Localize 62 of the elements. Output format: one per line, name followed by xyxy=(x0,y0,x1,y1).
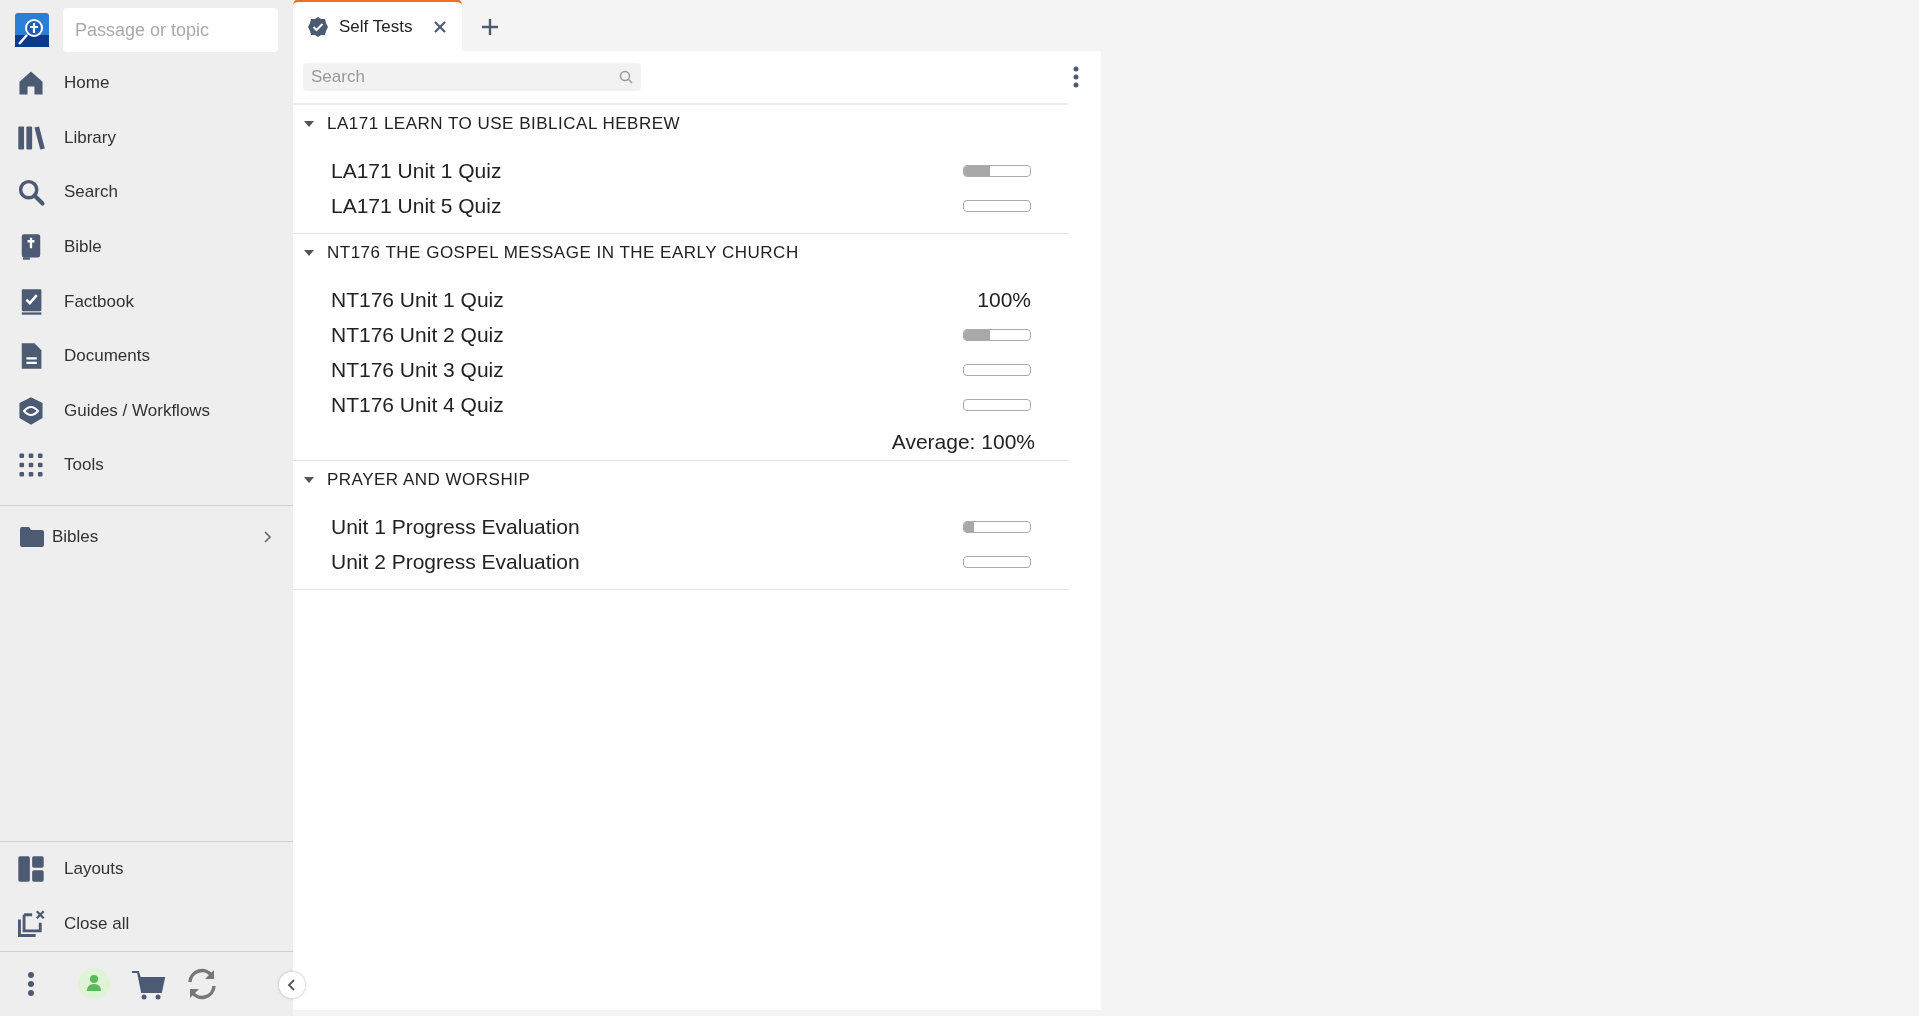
sidebar-item[interactable]: Close all xyxy=(0,896,293,951)
quiz-link[interactable]: NT176 Unit 4 Quiz xyxy=(331,392,963,417)
caret-down-icon xyxy=(303,248,315,258)
sidebar-item-label: Close all xyxy=(64,913,130,934)
sidebar-item[interactable]: Guides / Workflows xyxy=(0,383,293,439)
sidebar-item-label: Layouts xyxy=(64,859,124,880)
quiz-link[interactable]: Unit 1 Progress Evaluation xyxy=(331,514,963,539)
quiz-link[interactable]: NT176 Unit 2 Quiz xyxy=(331,322,963,347)
quiz-link[interactable]: LA171 Unit 1 Quiz xyxy=(331,158,963,183)
add-tab-icon[interactable] xyxy=(480,16,501,37)
sidebar-item[interactable]: Factbook xyxy=(0,274,293,329)
close-icon[interactable] xyxy=(432,18,449,35)
section-title: LA171 LEARN TO USE BIBLICAL HEBREW xyxy=(327,114,681,134)
sidebar-item-label: Search xyxy=(64,182,118,203)
quiz-link[interactable]: Unit 2 Progress Evaluation xyxy=(331,549,963,574)
sidebar-item-label: Tools xyxy=(64,455,104,476)
sidebar-item[interactable]: Search xyxy=(0,165,293,220)
caret-down-icon xyxy=(303,119,315,129)
passage-search-field[interactable]: Passage or topic xyxy=(63,8,278,52)
quiz-link[interactable]: NT176 Unit 3 Quiz xyxy=(331,357,963,382)
sidebar-item-label: Guides / Workflows xyxy=(64,400,211,421)
caret-down-icon xyxy=(303,475,315,485)
folder-item[interactable]: Bibles xyxy=(0,505,293,568)
guides-icon xyxy=(16,395,46,426)
sidebar-item[interactable]: Home xyxy=(0,56,293,111)
sidebar-item[interactable]: Tools xyxy=(0,438,293,493)
sidebar-item[interactable]: Bible xyxy=(0,219,293,275)
tab[interactable]: Self Tests xyxy=(293,0,463,51)
progress-bar xyxy=(963,398,1031,411)
sidebar-item-label: Factbook xyxy=(64,291,134,312)
section-header[interactable]: PRAYER AND WORSHIP xyxy=(293,461,1069,499)
section-header[interactable]: LA171 LEARN TO USE BIBLICAL HEBREW xyxy=(293,105,1069,143)
search-field[interactable]: Search xyxy=(303,63,641,91)
average-score: Average: 100% xyxy=(891,430,1035,453)
folder-icon xyxy=(20,526,44,547)
sidebar-item-label: Library xyxy=(64,127,116,148)
section-title: NT176 THE GOSPEL MESSAGE IN THE EARLY CHURCH xyxy=(327,243,799,263)
more-options-icon[interactable] xyxy=(1071,65,1081,89)
tab-label: Self Tests xyxy=(339,16,413,37)
quiz-link[interactable]: LA171 Unit 5 Quiz xyxy=(331,193,963,218)
progress-bar xyxy=(963,199,1031,212)
chevron-right-icon xyxy=(263,529,273,544)
sidebar-item-label: Documents xyxy=(64,346,150,367)
app-logo-icon[interactable] xyxy=(15,13,49,47)
quiz-score: 100% xyxy=(977,287,1031,312)
sidebar-item[interactable]: Library xyxy=(0,110,293,166)
section-title: PRAYER AND WORSHIP xyxy=(327,470,531,490)
badge-check-icon xyxy=(307,15,329,38)
sidebar-item[interactable]: Layouts xyxy=(0,841,293,897)
folder-label: Bibles xyxy=(52,526,100,547)
collapse-sidebar-button[interactable] xyxy=(279,972,305,998)
search-icon xyxy=(619,70,633,84)
layouts-icon xyxy=(16,854,46,885)
progress-bar xyxy=(963,363,1031,376)
section-header[interactable]: NT176 THE GOSPEL MESSAGE IN THE EARLY CHURCH xyxy=(293,234,1069,272)
sidebar-item[interactable]: Documents xyxy=(0,328,293,384)
sidebar-item-label: Home xyxy=(64,73,110,94)
quiz-link[interactable]: NT176 Unit 1 Quiz xyxy=(331,287,978,312)
sidebar-item-label: Bible xyxy=(64,237,102,258)
closeall-icon xyxy=(16,908,46,939)
progress-bar xyxy=(963,555,1031,568)
search-icon xyxy=(16,177,46,208)
